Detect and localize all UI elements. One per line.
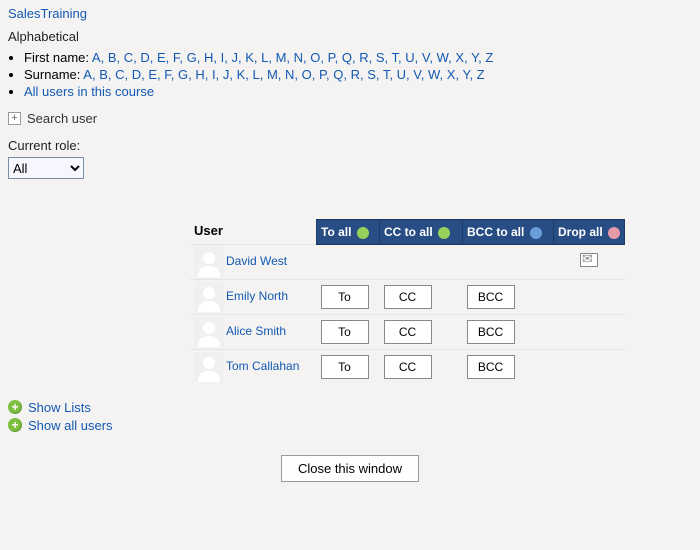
plus-icon: + — [8, 400, 22, 414]
user-name-link[interactable]: Emily North — [226, 289, 288, 303]
table-row: Emily North To CC BCC — [190, 279, 625, 314]
firstname-letter[interactable]: M — [276, 50, 287, 65]
firstname-letter[interactable]: Z — [485, 50, 493, 65]
mail-icon[interactable] — [580, 253, 598, 267]
user-name-link[interactable]: David West — [226, 254, 287, 268]
firstname-letter[interactable]: N — [294, 50, 303, 65]
breadcrumb[interactable]: SalesTraining — [8, 6, 87, 21]
surname-letter[interactable]: E — [148, 67, 157, 82]
to-button[interactable]: To — [321, 320, 369, 344]
surname-letter[interactable]: H — [195, 67, 204, 82]
surname-letter[interactable]: D — [132, 67, 141, 82]
avatar — [194, 282, 224, 312]
show-all-users-link[interactable]: Show all users — [28, 418, 113, 433]
surname-letter[interactable]: B — [99, 67, 108, 82]
surname-letter[interactable]: P — [319, 67, 326, 82]
alpha-heading: Alphabetical — [0, 23, 700, 46]
group-icon — [608, 227, 620, 239]
table-row: David West — [190, 244, 625, 279]
alpha-firstname-letters: A, B, C, D, E, F, G, H, I, J, K, L, M, N… — [92, 50, 493, 65]
avatar — [194, 247, 224, 277]
cc-button[interactable]: CC — [384, 320, 432, 344]
col-drop-all[interactable]: Drop all — [554, 220, 625, 245]
surname-letter[interactable]: O — [302, 67, 312, 82]
col-bcc-all[interactable]: BCC to all — [463, 220, 554, 245]
surname-letter[interactable]: Z — [477, 67, 485, 82]
search-user-toggle[interactable]: Search user — [27, 111, 97, 126]
bcc-button[interactable]: BCC — [467, 355, 515, 379]
firstname-letter[interactable]: C — [124, 50, 133, 65]
surname-letter[interactable]: W — [428, 67, 440, 82]
alpha-surname-label: Surname: — [24, 67, 80, 82]
bcc-button[interactable]: BCC — [467, 285, 515, 309]
firstname-letter[interactable]: D — [140, 50, 149, 65]
cc-button[interactable]: CC — [384, 285, 432, 309]
firstname-letter[interactable]: S — [376, 50, 385, 65]
show-lists-link[interactable]: Show Lists — [28, 400, 91, 415]
firstname-letter[interactable]: U — [405, 50, 414, 65]
firstname-letter[interactable]: A — [92, 50, 101, 65]
surname-letter[interactable]: G — [178, 67, 188, 82]
surname-letter[interactable]: U — [397, 67, 406, 82]
group-icon — [438, 227, 450, 239]
firstname-letter[interactable]: O — [310, 50, 320, 65]
firstname-letter[interactable]: R — [359, 50, 368, 65]
alpha-firstname-row: First name: A, B, C, D, E, F, G, H, I, J… — [24, 50, 700, 65]
surname-letter[interactable]: S — [367, 67, 376, 82]
firstname-letter[interactable]: X — [455, 50, 464, 65]
surname-letter[interactable]: K — [237, 67, 246, 82]
cc-button[interactable]: CC — [384, 355, 432, 379]
group-icon — [357, 227, 369, 239]
alpha-firstname-label: First name: — [24, 50, 89, 65]
firstname-letter[interactable]: G — [187, 50, 197, 65]
group-icon — [530, 227, 542, 239]
table-row: Alice Smith To CC BCC — [190, 314, 625, 349]
avatar — [194, 352, 224, 382]
alpha-surname-row: Surname: A, B, C, D, E, F, G, H, I, J, K… — [24, 67, 700, 82]
firstname-letter[interactable]: Q — [342, 50, 352, 65]
firstname-letter[interactable]: P — [328, 50, 335, 65]
avatar — [194, 317, 224, 347]
firstname-letter[interactable]: W — [437, 50, 449, 65]
firstname-letter[interactable]: B — [108, 50, 117, 65]
close-window-button[interactable]: Close this window — [281, 455, 419, 482]
col-to-all[interactable]: To all — [317, 220, 380, 245]
role-label: Current role: — [8, 138, 692, 153]
firstname-letter[interactable]: E — [157, 50, 166, 65]
firstname-letter[interactable]: H — [204, 50, 213, 65]
col-user: User — [190, 220, 317, 245]
surname-letter[interactable]: V — [413, 67, 420, 82]
all-users-link[interactable]: All users in this course — [24, 84, 154, 99]
alpha-surname-letters: A, B, C, D, E, F, G, H, I, J, K, L, M, N… — [83, 67, 484, 82]
to-button[interactable]: To — [321, 355, 369, 379]
firstname-letter[interactable]: K — [245, 50, 254, 65]
user-table: User To all CC to all BCC to all Drop al… — [190, 219, 625, 384]
bcc-button[interactable]: BCC — [467, 320, 515, 344]
surname-letter[interactable]: N — [285, 67, 294, 82]
surname-letter[interactable]: M — [267, 67, 278, 82]
table-row: Tom Callahan To CC BCC — [190, 349, 625, 384]
surname-letter[interactable]: Q — [333, 67, 343, 82]
role-select[interactable]: All — [8, 157, 84, 179]
col-cc-all[interactable]: CC to all — [380, 220, 463, 245]
plus-icon: + — [8, 418, 22, 432]
user-name-link[interactable]: Tom Callahan — [226, 359, 299, 373]
user-name-link[interactable]: Alice Smith — [226, 324, 286, 338]
to-button[interactable]: To — [321, 285, 369, 309]
surname-letter[interactable]: A — [83, 67, 92, 82]
surname-letter[interactable]: R — [351, 67, 360, 82]
surname-letter[interactable]: L — [252, 67, 259, 82]
expand-icon[interactable]: + — [8, 112, 21, 125]
